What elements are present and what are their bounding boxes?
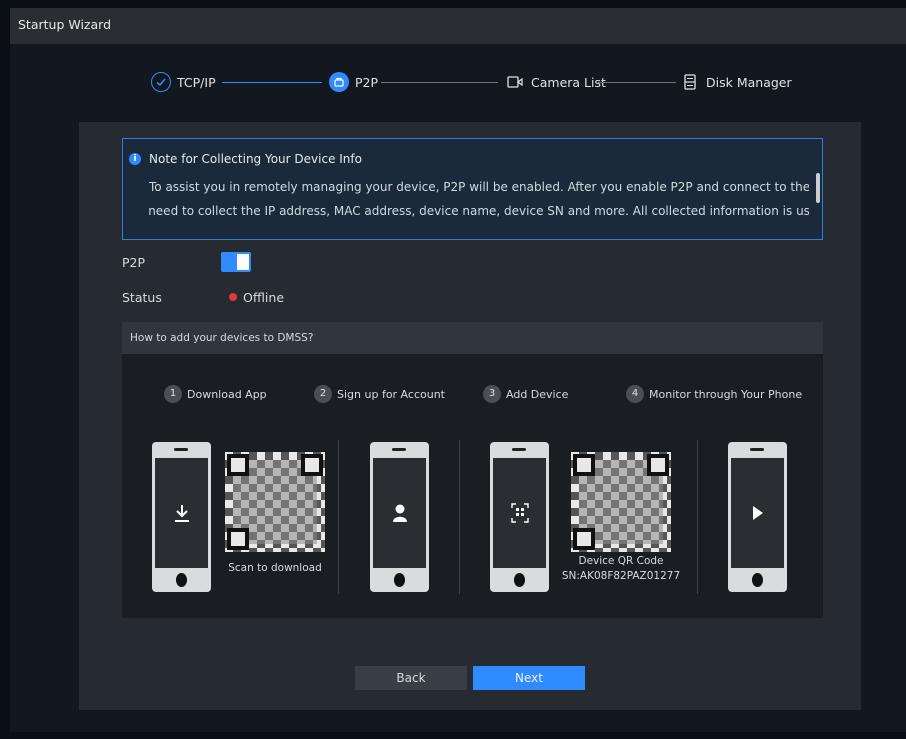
step-connector bbox=[222, 82, 322, 83]
device-qr-caption: Device QR Code bbox=[578, 555, 664, 567]
user-icon bbox=[373, 458, 426, 568]
check-circle-icon bbox=[151, 72, 171, 92]
play-icon bbox=[731, 458, 784, 568]
step-connector bbox=[381, 82, 498, 83]
qr-finder bbox=[227, 454, 249, 476]
step-number: 1 bbox=[164, 385, 182, 403]
phone-speaker bbox=[750, 448, 764, 451]
phone-add-device bbox=[490, 442, 549, 592]
scan-qr-icon bbox=[493, 458, 546, 568]
p2p-label: P2P bbox=[122, 255, 146, 270]
qr-finder bbox=[573, 528, 595, 550]
status-dot-icon bbox=[229, 293, 237, 301]
info-icon: i bbox=[129, 153, 141, 165]
step-label: Disk Manager bbox=[706, 74, 792, 90]
step-camera-list: Camera List bbox=[505, 72, 606, 92]
phone-speaker bbox=[512, 448, 526, 451]
step-disk-manager: Disk Manager bbox=[680, 72, 792, 92]
phone-home-button bbox=[752, 573, 763, 587]
step-connector bbox=[598, 82, 676, 83]
step-tcpip: TCP/IP bbox=[151, 72, 216, 92]
howto-step-3: 3 Add Device bbox=[483, 385, 568, 403]
step-number: 4 bbox=[626, 385, 644, 403]
window-titlebar: Startup Wizard bbox=[10, 8, 906, 44]
step-number: 3 bbox=[483, 385, 501, 403]
device-info-note: i Note for Collecting Your Device Info T… bbox=[122, 138, 823, 240]
note-line: To assist you in remotely managing your … bbox=[149, 180, 809, 194]
phone-home-button bbox=[514, 573, 525, 587]
note-scrollbar[interactable] bbox=[816, 173, 820, 203]
qr-finder bbox=[573, 454, 595, 476]
download-icon bbox=[155, 458, 208, 568]
phone-home-button bbox=[176, 573, 187, 587]
howto-title: How to add your devices to DMSS? bbox=[130, 332, 314, 344]
step-number: 2 bbox=[314, 385, 332, 403]
divider bbox=[459, 440, 460, 594]
back-button[interactable]: Back bbox=[355, 666, 467, 690]
step-text: Monitor through Your Phone bbox=[649, 387, 803, 401]
next-button[interactable]: Next bbox=[473, 666, 585, 690]
phone-speaker bbox=[174, 448, 188, 451]
step-label: P2P bbox=[355, 74, 379, 90]
step-label: Camera List bbox=[531, 74, 606, 90]
phone-screen bbox=[155, 458, 208, 568]
phone-screen bbox=[731, 458, 784, 568]
device-sn: SN:AK08F82PAZ01277 bbox=[561, 570, 681, 582]
phone-screen bbox=[493, 458, 546, 568]
window-title: Startup Wizard bbox=[18, 17, 111, 32]
phone-monitor bbox=[728, 442, 787, 592]
dmss-howto-section: How to add your devices to DMSS? 1 Downl… bbox=[122, 322, 823, 618]
step-text: Download App bbox=[187, 387, 267, 401]
phone-account bbox=[370, 442, 429, 592]
qr-finder bbox=[301, 454, 323, 476]
phone-screen bbox=[373, 458, 426, 568]
note-title: Note for Collecting Your Device Info bbox=[149, 152, 362, 166]
step-text: Add Device bbox=[506, 387, 569, 401]
note-line: e need to collect the IP address, MAC ad… bbox=[149, 204, 809, 218]
p2p-toggle[interactable] bbox=[221, 252, 251, 272]
toggle-knob bbox=[237, 254, 249, 270]
qr-finder bbox=[647, 454, 669, 476]
status-value: Offline bbox=[243, 290, 285, 305]
camera-icon bbox=[505, 72, 525, 92]
phone-speaker bbox=[392, 448, 406, 451]
step-label: TCP/IP bbox=[177, 74, 216, 90]
note-body: To assist you in remotely managing your … bbox=[149, 175, 809, 223]
scan-caption: Scan to download bbox=[228, 562, 322, 574]
p2p-icon bbox=[329, 72, 349, 92]
phone-download bbox=[152, 442, 211, 592]
howto-step-1: 1 Download App bbox=[164, 385, 267, 403]
disk-icon bbox=[680, 72, 700, 92]
step-text: Sign up for Account bbox=[337, 387, 445, 401]
step-p2p: P2P bbox=[329, 72, 378, 92]
device-qr bbox=[571, 452, 671, 552]
howto-step-2: 2 Sign up for Account bbox=[314, 385, 445, 403]
phone-home-button bbox=[394, 573, 405, 587]
qr-finder bbox=[227, 528, 249, 550]
divider bbox=[697, 440, 698, 594]
app-download-qr bbox=[225, 452, 325, 552]
status-label: Status bbox=[122, 290, 162, 305]
divider bbox=[338, 440, 339, 594]
howto-step-4: 4 Monitor through Your Phone bbox=[626, 385, 802, 403]
howto-header: How to add your devices to DMSS? bbox=[122, 322, 823, 354]
